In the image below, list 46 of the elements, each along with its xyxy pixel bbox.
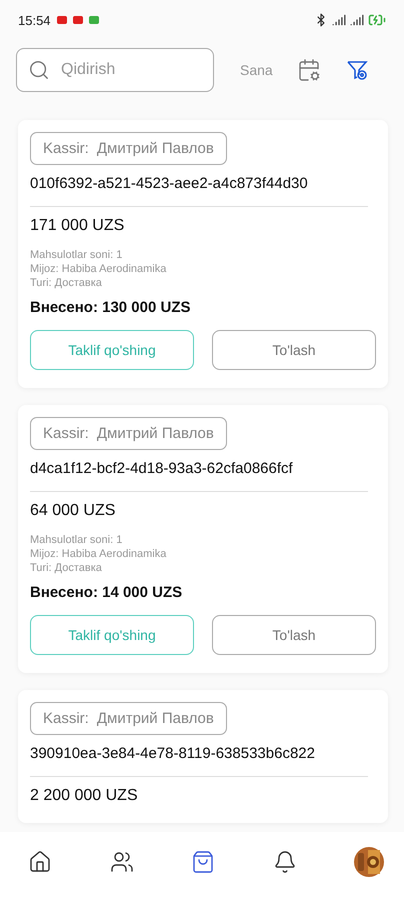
notification-icon bbox=[56, 16, 67, 24]
signal-icon bbox=[332, 13, 346, 27]
cashier-label: Kassir: bbox=[43, 140, 89, 157]
cashier-label: Kassir: bbox=[43, 710, 89, 727]
pay-button[interactable]: To'lash bbox=[212, 615, 376, 655]
cashier-name: Дмитрий Павлов bbox=[96, 140, 214, 157]
order-amount: 2 200 000 UZS bbox=[30, 787, 139, 805]
order-detail: Mijoz: Habiba Aerodinamika bbox=[30, 263, 168, 275]
calendar-icon bbox=[296, 58, 321, 82]
pay-button[interactable]: To'lash bbox=[212, 330, 376, 370]
offer-button[interactable]: Taklif qo'shing bbox=[30, 330, 194, 370]
paid-amount: Внесено: 14 000 UZS bbox=[30, 584, 184, 601]
offer-button[interactable]: Taklif qo'shing bbox=[30, 615, 194, 655]
order-detail: Mahsulotlar soni: 1 bbox=[30, 534, 124, 546]
calendar-button[interactable] bbox=[296, 58, 321, 82]
people-icon bbox=[110, 850, 134, 874]
notification-icon bbox=[72, 16, 83, 24]
nav-button[interactable] bbox=[354, 847, 384, 877]
order-detail: Mijoz: Habiba Aerodinamika bbox=[30, 548, 168, 560]
order-id: 390910ea-3e84-4e78-8119-638533b6c822 bbox=[30, 745, 316, 762]
search-field[interactable]: Qidirish bbox=[16, 48, 214, 92]
bag-icon bbox=[191, 850, 215, 874]
cashier-name: Дмитрий Павлов bbox=[96, 425, 214, 442]
notification-icon bbox=[88, 16, 99, 24]
search-icon bbox=[28, 59, 50, 81]
order-amount: 171 000 UZS bbox=[30, 217, 126, 235]
order-amount: 64 000 UZS bbox=[30, 502, 116, 520]
order-detail: Turi: Доставка bbox=[30, 562, 103, 574]
order-detail: Turi: Доставка bbox=[30, 277, 103, 289]
signal-icon bbox=[350, 13, 364, 27]
home-icon bbox=[28, 850, 52, 874]
cashier-name: Дмитрий Павлов bbox=[96, 710, 214, 727]
date-button[interactable]: Sana bbox=[240, 62, 273, 78]
cashier-label: Kassir: bbox=[43, 425, 89, 442]
filter-icon bbox=[344, 58, 369, 82]
bell-icon bbox=[272, 850, 296, 874]
order-id: 010f6392-a521-4523-aee2-a4c873f44d30 bbox=[30, 175, 309, 192]
nav-button[interactable] bbox=[191, 850, 215, 874]
paid-amount: Внесено: 130 000 UZS bbox=[30, 299, 192, 316]
filter-button[interactable] bbox=[344, 58, 369, 82]
nav-button[interactable] bbox=[110, 850, 134, 874]
status-time: 15:54 bbox=[18, 12, 51, 28]
order-detail: Mahsulotlar soni: 1 bbox=[30, 249, 124, 261]
nav-button[interactable] bbox=[272, 850, 296, 874]
nav-button[interactable] bbox=[28, 850, 52, 874]
order-id: d4ca1f12-bcf2-4d18-93a3-62cfa0866fcf bbox=[30, 460, 294, 477]
